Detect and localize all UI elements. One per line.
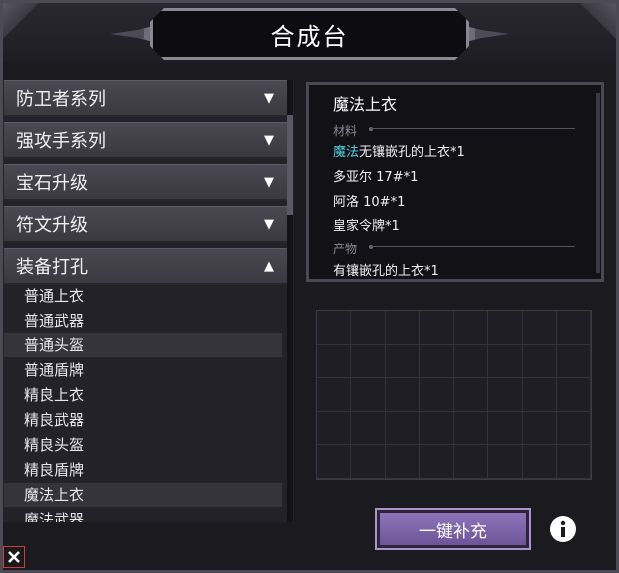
recipe-detail-panel: 魔法上衣 材料 魔法无镶嵌孔的上衣*1 多亚尔 17#*1 阿洛 10#*1 皇…: [306, 82, 604, 282]
chevron-down-icon: ▼: [264, 90, 274, 106]
auto-fill-button[interactable]: 一键补充: [375, 508, 531, 550]
recipe-category-list: 防卫者系列 ▼ 强攻手系列 ▼ 宝石升级 ▼ 符文升级 ▼ 装备打孔 ▲ 普通上…: [2, 80, 294, 522]
grid-slot[interactable]: [454, 344, 489, 379]
grid-slot[interactable]: [488, 311, 523, 345]
list-item[interactable]: 普通盾牌: [4, 358, 282, 382]
grid-slot[interactable]: [556, 344, 591, 379]
material-item: 多亚尔 17#*1: [333, 166, 418, 185]
title-plate: 合成台: [150, 8, 469, 60]
products-label: 产物: [333, 242, 358, 256]
chevron-down-icon: ▼: [264, 216, 274, 232]
category-label: 防卫者系列: [16, 89, 106, 110]
grid-slot[interactable]: [556, 311, 591, 345]
category-label: 符文升级: [16, 215, 88, 236]
chevron-up-icon: ▲: [264, 258, 274, 274]
list-item[interactable]: 精良武器: [4, 408, 282, 432]
list-scrollbar[interactable]: [287, 80, 293, 522]
material-item: 皇家令牌*1: [333, 215, 400, 234]
grid-slot[interactable]: [488, 411, 523, 446]
grid-slot[interactable]: [454, 378, 489, 412]
grid-slot[interactable]: [419, 344, 454, 379]
grid-slot[interactable]: [556, 445, 591, 479]
grid-slot[interactable]: [317, 344, 352, 379]
material-text: 阿洛 10#*1: [333, 195, 406, 210]
grid-slot[interactable]: [454, 445, 489, 479]
grid-slot[interactable]: [454, 411, 489, 446]
recipe-scrollbar[interactable]: [596, 93, 600, 273]
list-item-selected[interactable]: 魔法上衣: [4, 483, 282, 507]
chevron-down-icon: ▼: [264, 174, 274, 190]
category-defender[interactable]: 防卫者系列 ▼: [4, 80, 288, 117]
list-item[interactable]: 普通头盔: [4, 333, 282, 357]
grid-slot[interactable]: [385, 344, 420, 379]
category-socketing[interactable]: 装备打孔 ▲: [4, 248, 288, 285]
material-text: 多亚尔 17#*1: [333, 170, 419, 185]
list-item[interactable]: 精良盾牌: [4, 458, 282, 482]
grid-slot[interactable]: [488, 344, 523, 379]
list-item[interactable]: 精良头盔: [4, 433, 282, 457]
divider: [371, 128, 575, 129]
grid-slot[interactable]: [351, 378, 386, 412]
materials-label: 材料: [333, 124, 358, 138]
grid-slot[interactable]: [522, 311, 557, 345]
grid-slot[interactable]: [385, 445, 420, 479]
grid-slot[interactable]: [522, 411, 557, 446]
material-item: 阿洛 10#*1: [333, 191, 405, 210]
grid-slot[interactable]: [488, 445, 523, 479]
close-x-glyph: [8, 551, 20, 563]
grid-slot[interactable]: [317, 378, 352, 412]
chevron-down-icon: ▼: [264, 132, 274, 148]
grid-slot[interactable]: [454, 311, 489, 345]
frame-corner-right: [567, 0, 619, 40]
category-label: 强攻手系列: [16, 131, 106, 152]
grid-slot[interactable]: [351, 344, 386, 379]
list-item[interactable]: 精良上衣: [4, 383, 282, 407]
grid-slot[interactable]: [488, 378, 523, 412]
grid-slot[interactable]: [351, 411, 386, 446]
product-item: 有镶嵌孔的上衣*1: [333, 264, 439, 279]
list-scroll-thumb[interactable]: [287, 115, 293, 215]
category-label: 装备打孔: [16, 257, 88, 278]
info-icon[interactable]: [549, 515, 577, 543]
grid-slot[interactable]: [385, 411, 420, 446]
list-item[interactable]: 普通上衣: [4, 284, 282, 308]
category-gem-upgrade[interactable]: 宝石升级 ▼: [4, 164, 288, 201]
material-item: 魔法无镶嵌孔的上衣*1: [333, 141, 465, 160]
grid-slot[interactable]: [556, 378, 591, 412]
crafting-grid: [316, 310, 592, 480]
grid-slot[interactable]: [522, 445, 557, 479]
material-text: 无镶嵌孔的上衣*1: [359, 145, 465, 160]
grid-slot[interactable]: [317, 445, 352, 479]
frame-corner-left: [0, 0, 52, 40]
grid-slot[interactable]: [556, 411, 591, 446]
grid-slot[interactable]: [522, 344, 557, 379]
list-item[interactable]: 普通武器: [4, 309, 282, 333]
grid-slot[interactable]: [385, 378, 420, 412]
auto-fill-label: 一键补充: [419, 521, 487, 542]
material-highlight: 魔法: [333, 145, 360, 160]
grid-slot[interactable]: [351, 445, 386, 479]
grid-slot[interactable]: [317, 411, 352, 446]
recipe-title: 魔法上衣: [333, 95, 398, 114]
close-icon[interactable]: [3, 546, 25, 568]
grid-slot[interactable]: [317, 311, 352, 345]
grid-slot[interactable]: [351, 311, 386, 345]
page-title: 合成台: [270, 22, 349, 51]
category-label: 宝石升级: [16, 173, 88, 194]
grid-slot[interactable]: [522, 378, 557, 412]
category-rune-upgrade[interactable]: 符文升级 ▼: [4, 206, 288, 243]
category-attacker[interactable]: 强攻手系列 ▼: [4, 122, 288, 159]
grid-slot[interactable]: [419, 378, 454, 412]
material-text: 皇家令牌*1: [333, 219, 400, 234]
list-item[interactable]: 魔法武器: [4, 508, 282, 522]
grid-slot[interactable]: [419, 311, 454, 345]
grid-slot[interactable]: [419, 445, 454, 479]
divider: [371, 246, 575, 247]
grid-slot[interactable]: [385, 311, 420, 345]
grid-slot[interactable]: [419, 411, 454, 446]
